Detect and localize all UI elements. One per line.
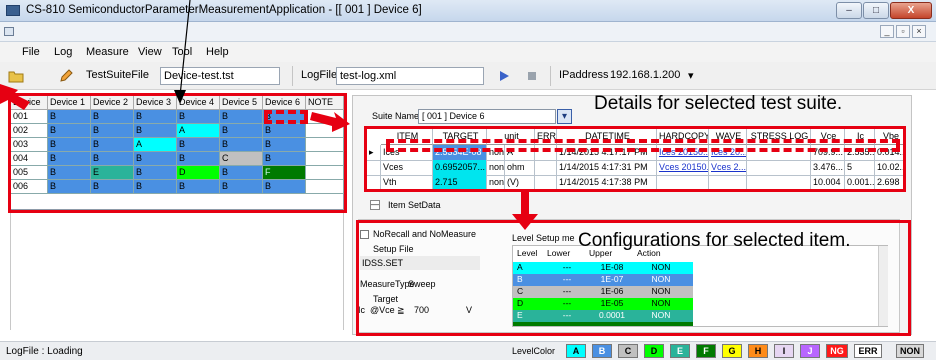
level-chip-ng[interactable]: NG <box>826 344 848 358</box>
status-logfile: LogFile : Loading <box>6 346 83 357</box>
arrow-red-topleft <box>0 84 30 110</box>
level-chip-non[interactable]: NON <box>896 344 924 358</box>
level-chip-h[interactable]: H <box>748 344 768 358</box>
level-chip-j[interactable]: J <box>800 344 820 358</box>
arrow-line-black <box>179 0 191 97</box>
status-bar: LogFile : Loading LevelColor <box>0 341 936 360</box>
level-chip-a[interactable]: A <box>566 344 586 358</box>
level-chip-i[interactable]: I <box>774 344 794 358</box>
level-chip-g[interactable]: G <box>722 344 742 358</box>
arrow-red-down-shaft <box>521 190 529 216</box>
level-chip-b[interactable]: B <box>592 344 612 358</box>
level-chip-c[interactable]: C <box>618 344 638 358</box>
level-chip-e[interactable]: E <box>670 344 690 358</box>
level-chip-d[interactable]: D <box>644 344 664 358</box>
level-chip-err[interactable]: ERR <box>854 344 882 358</box>
level-chip-f[interactable]: F <box>696 344 716 358</box>
arrow-head-black <box>174 90 186 104</box>
arrow-red-right <box>310 112 350 132</box>
annotation-arrows <box>0 0 538 230</box>
level-color-label: LevelColor <box>512 346 556 356</box>
arrow-red-down-head <box>512 214 538 230</box>
